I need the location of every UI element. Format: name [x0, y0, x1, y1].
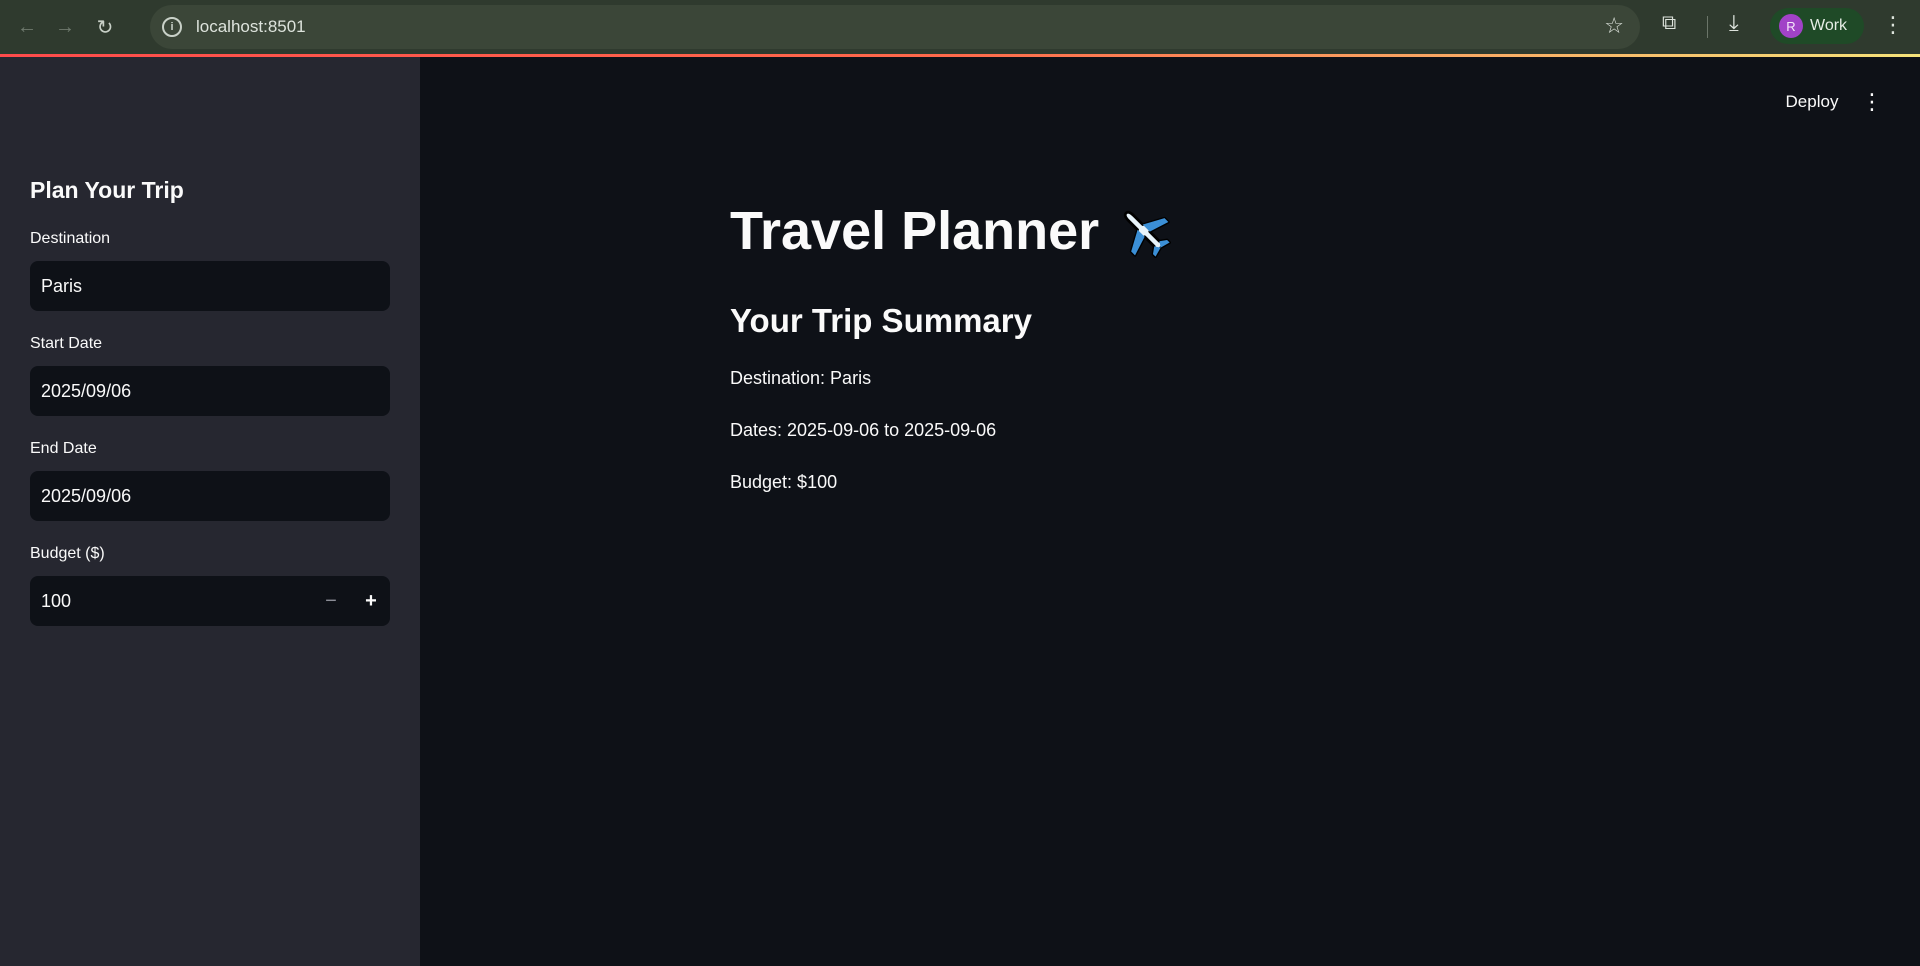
start-date-input[interactable]: 2025/09/06 — [30, 366, 390, 416]
extensions-icon[interactable]: ⧉ — [1662, 12, 1676, 35]
page-title-text: Travel Planner — [730, 201, 1100, 261]
summary-budget: Budget: $100 — [730, 472, 838, 492]
page-title: Travel Planner — [730, 200, 1173, 262]
browser-toolbar: ← → ↻ i localhost:8501 ☆ ⧉ ⤓ R Work ⋮ — [0, 0, 1920, 54]
budget-number-input[interactable]: 100 − + — [30, 576, 390, 626]
site-info-icon[interactable]: i — [162, 17, 182, 37]
end-date-label: End Date — [30, 440, 97, 457]
budget-increment-button[interactable]: + — [356, 576, 386, 626]
profile-button[interactable]: R Work — [1770, 8, 1864, 44]
summary-dates: Dates: 2025-09-06 to 2025-09-06 — [730, 420, 997, 440]
download-icon[interactable]: ⤓ — [1729, 10, 1739, 36]
sidebar: Plan Your Trip Destination Paris Start D… — [0, 57, 420, 966]
deploy-button[interactable]: Deploy — [1772, 88, 1852, 116]
forward-arrow-icon[interactable]: → — [47, 9, 83, 45]
destination-label: Destination — [30, 230, 111, 247]
bookmark-star-icon[interactable]: ☆ — [1604, 15, 1624, 37]
airplane-icon — [1124, 210, 1172, 258]
reload-icon[interactable]: ↻ — [87, 9, 123, 45]
address-url[interactable]: localhost:8501 — [196, 17, 306, 37]
start-date-label: Start Date — [30, 335, 103, 352]
address-bar[interactable]: i localhost:8501 ☆ — [150, 5, 1640, 49]
budget-label: Budget ($) — [30, 545, 105, 562]
sidebar-title: Plan Your Trip — [30, 177, 184, 203]
destination-input[interactable]: Paris — [30, 261, 390, 311]
budget-value[interactable]: 100 — [41, 591, 71, 612]
summary-destination: Destination: Paris — [730, 368, 872, 388]
end-date-input[interactable]: 2025/09/06 — [30, 471, 390, 521]
main-menu-icon[interactable]: ⋮ — [1860, 88, 1884, 116]
toolbar-divider — [1707, 16, 1708, 38]
avatar: R — [1779, 14, 1803, 38]
budget-decrement-button[interactable]: − — [316, 576, 346, 626]
profile-name: Work — [1810, 17, 1848, 34]
summary-heading: Your Trip Summary — [730, 302, 1032, 339]
browser-menu-icon[interactable]: ⋮ — [1882, 12, 1904, 38]
back-arrow-icon[interactable]: ← — [9, 9, 45, 45]
